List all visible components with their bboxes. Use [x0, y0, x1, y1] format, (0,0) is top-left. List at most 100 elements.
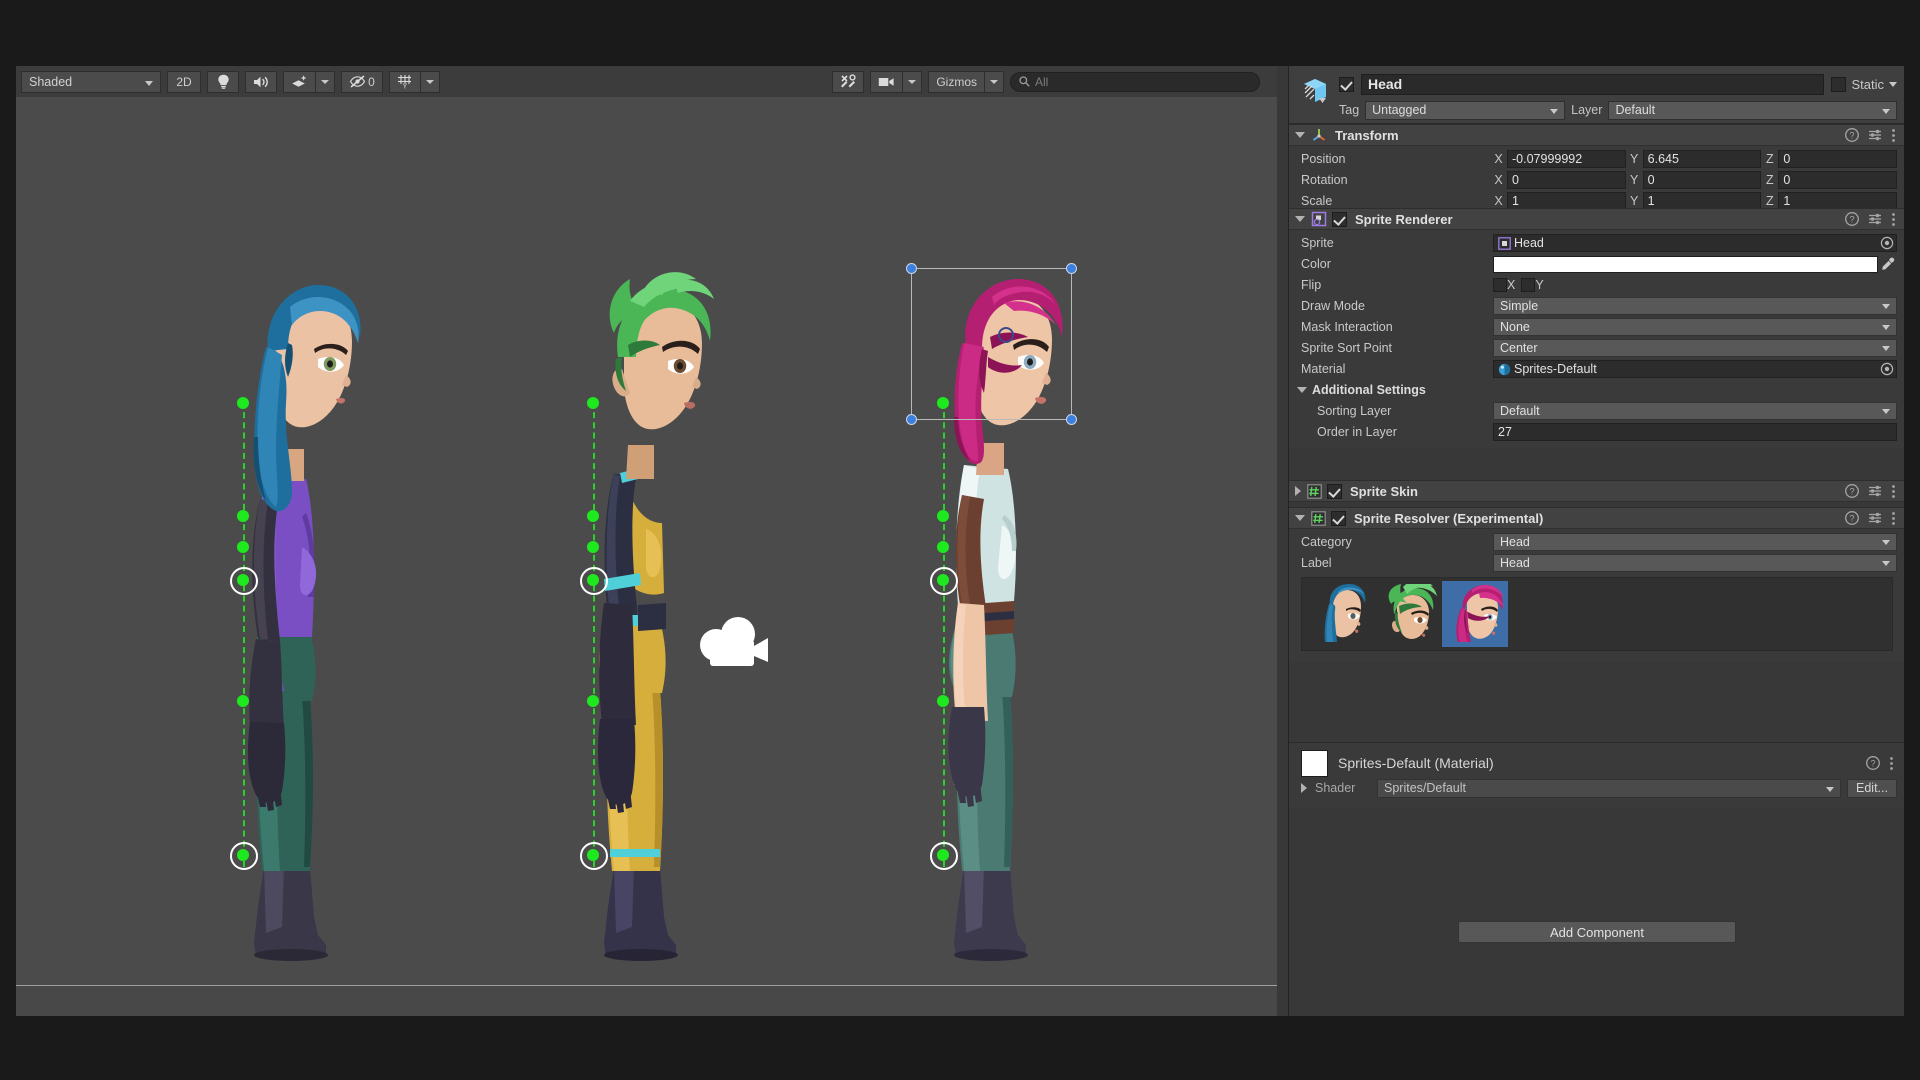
sprite-object-field[interactable]: Head — [1493, 234, 1897, 252]
help-icon[interactable]: ? — [1845, 128, 1859, 142]
scene-viewport[interactable] — [16, 97, 1277, 985]
preset-settings-icon[interactable] — [1868, 128, 1882, 142]
bone-joint-selected[interactable] — [230, 567, 258, 595]
object-picker-icon[interactable] — [1880, 362, 1894, 376]
position-z-input[interactable]: 0 — [1778, 150, 1898, 168]
category-dropdown[interactable]: Head — [1493, 533, 1897, 551]
chevron-down-icon[interactable] — [1889, 81, 1897, 87]
gameobject-enabled-checkbox[interactable] — [1339, 76, 1354, 92]
foldout-arrow-icon[interactable] — [1295, 216, 1305, 222]
gizmos-dropdown-arrow[interactable] — [984, 70, 1004, 93]
scene-tools-button[interactable] — [832, 70, 865, 93]
foldout-arrow-icon[interactable] — [1297, 387, 1307, 393]
head-blue-variant[interactable] — [1306, 581, 1372, 647]
bone-joint-selected[interactable] — [930, 567, 958, 595]
foldout-arrow-icon[interactable] — [1295, 132, 1305, 138]
more-menu-icon[interactable] — [1891, 511, 1896, 526]
grid-dropdown-arrow[interactable] — [420, 70, 440, 93]
sprite-resolver-enabled-checkbox[interactable] — [1331, 510, 1346, 526]
inspector-scroll[interactable]: Head Static Tag Untagged Layer Default T… — [1289, 66, 1904, 1016]
material-object-field[interactable]: Sprites-Default — [1493, 360, 1897, 378]
position-y-input[interactable]: 6.645 — [1642, 150, 1762, 168]
transform-header[interactable]: Transform ? — [1289, 124, 1904, 146]
hidden-objects-button[interactable]: 0 — [341, 70, 383, 93]
preset-settings-icon[interactable] — [1868, 511, 1882, 525]
label-dropdown[interactable]: Head — [1493, 554, 1897, 572]
bone-joint[interactable] — [237, 397, 249, 409]
effects-toggle-button[interactable] — [283, 70, 315, 93]
bone-joint[interactable] — [237, 541, 249, 553]
help-icon[interactable]: ? — [1866, 756, 1880, 770]
bone-joint[interactable] — [237, 695, 249, 707]
sprite-resolver-header[interactable]: Sprite Resolver (Experimental) ? — [1289, 507, 1904, 529]
color-swatch-field[interactable] — [1493, 255, 1878, 273]
position-x-input[interactable]: -0.07999992 — [1507, 150, 1626, 168]
draw-mode-dropdown[interactable]: Simple — [1493, 297, 1897, 315]
bone-joint[interactable] — [587, 397, 599, 409]
gizmos-button[interactable]: Gizmos — [928, 70, 984, 93]
preset-settings-icon[interactable] — [1868, 212, 1882, 226]
help-icon[interactable]: ? — [1845, 511, 1859, 525]
edit-shader-button[interactable]: Edit... — [1847, 778, 1897, 798]
sprite-pivot-handle[interactable] — [998, 327, 1014, 343]
more-menu-icon[interactable] — [1889, 756, 1894, 771]
bone-joint[interactable] — [587, 695, 599, 707]
flip-y-checkbox[interactable] — [1521, 278, 1536, 292]
scene-camera-gizmo[interactable] — [696, 612, 771, 672]
bone-joint[interactable] — [937, 397, 949, 409]
tag-dropdown[interactable]: Untagged — [1365, 100, 1566, 120]
preset-settings-icon[interactable] — [1868, 484, 1882, 498]
fo ldout-arrow-icon[interactable] — [1301, 783, 1307, 793]
gameobject-name-input[interactable]: Head — [1361, 73, 1825, 95]
static-checkbox[interactable] — [1831, 76, 1847, 92]
effects-dropdown-arrow[interactable] — [315, 70, 335, 93]
foldout-arrow-icon[interactable] — [1295, 515, 1305, 521]
character-pink[interactable] — [906, 267, 1086, 967]
bone-joint[interactable] — [587, 510, 599, 522]
head-green-variant[interactable] — [1374, 581, 1440, 647]
eyedropper-button[interactable] — [1878, 257, 1897, 271]
grid-dropdown-group[interactable]: Y — [389, 70, 440, 93]
audio-toggle-button[interactable] — [245, 70, 277, 93]
bone-joint[interactable] — [587, 541, 599, 553]
rotation-z-input[interactable]: 0 — [1778, 171, 1898, 189]
static-group[interactable]: Static — [1831, 76, 1897, 92]
bone-joint[interactable] — [937, 695, 949, 707]
bone-joint[interactable] — [237, 510, 249, 522]
sprite-renderer-enabled-checkbox[interactable] — [1332, 211, 1347, 227]
sprite-renderer-header[interactable]: Sprite Renderer ? — [1289, 208, 1904, 230]
bone-joint-selected[interactable] — [580, 567, 608, 595]
bone-joint[interactable] — [937, 510, 949, 522]
add-component-button[interactable]: Add Component — [1458, 921, 1736, 943]
character-blue[interactable] — [206, 267, 386, 967]
more-menu-icon[interactable] — [1891, 128, 1896, 143]
more-menu-icon[interactable] — [1891, 484, 1896, 499]
scene-search-input[interactable]: All — [1010, 71, 1260, 92]
rotation-x-input[interactable]: 0 — [1507, 171, 1626, 189]
scene-camera-button[interactable] — [870, 70, 903, 93]
head-pink-variant[interactable] — [1442, 581, 1508, 647]
help-icon[interactable]: ? — [1845, 484, 1859, 498]
bone-joint-selected[interactable] — [230, 842, 258, 870]
mask-interaction-dropdown[interactable]: None — [1493, 318, 1897, 336]
draw-mode-dropdown[interactable]: Shaded — [21, 70, 161, 93]
camera-dropdown-arrow[interactable] — [902, 70, 923, 93]
sorting-layer-dropdown[interactable]: Default — [1493, 402, 1897, 420]
foldout-arrow-icon[interactable] — [1295, 486, 1301, 496]
sprite-skin-enabled-checkbox[interactable] — [1327, 483, 1342, 499]
additional-settings-foldout[interactable]: Additional Settings — [1289, 380, 1904, 400]
grid-toggle-button[interactable]: Y — [389, 70, 420, 93]
effects-dropdown-group[interactable] — [283, 70, 335, 93]
gizmos-dropdown-group[interactable]: Gizmos — [928, 70, 1004, 93]
camera-dropdown-group[interactable] — [870, 70, 923, 93]
object-picker-icon[interactable] — [1880, 236, 1894, 250]
flip-x-checkbox[interactable] — [1493, 278, 1507, 292]
shader-dropdown[interactable]: Sprites/Default — [1377, 778, 1841, 798]
lighting-toggle-button[interactable] — [207, 70, 239, 93]
toggle-2d-button[interactable]: 2D — [167, 70, 201, 93]
bone-joint-selected[interactable] — [580, 842, 608, 870]
order-in-layer-input[interactable]: 27 — [1493, 423, 1897, 441]
bone-joint-selected[interactable] — [930, 842, 958, 870]
help-icon[interactable]: ? — [1845, 212, 1859, 226]
bone-joint[interactable] — [937, 541, 949, 553]
